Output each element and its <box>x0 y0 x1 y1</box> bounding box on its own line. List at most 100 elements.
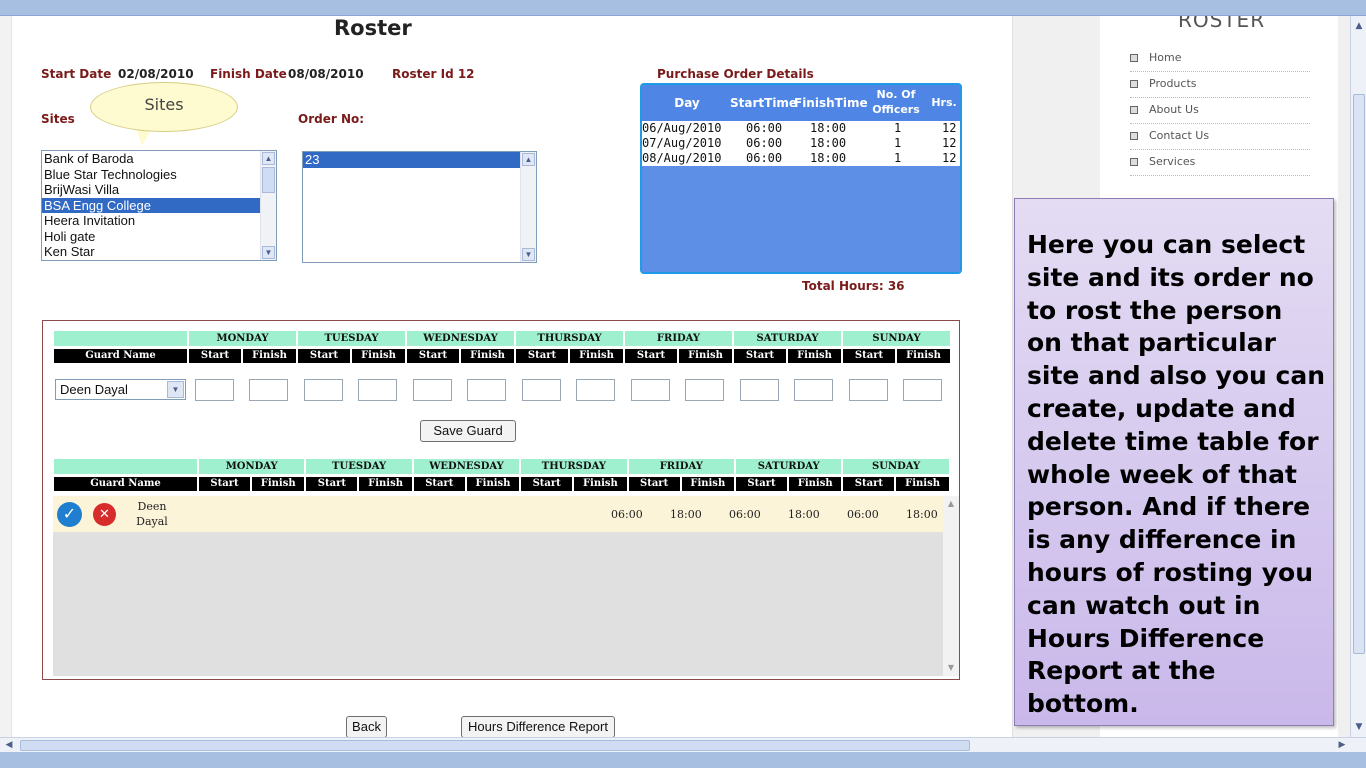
finish-time-input[interactable] <box>358 379 397 401</box>
po-cell-start: 06:00 <box>746 151 783 165</box>
order-listbox-scrollbar[interactable]: ▲ ▼ <box>520 152 536 262</box>
back-button[interactable]: Back <box>346 716 387 737</box>
window-bottom-border <box>0 752 1366 768</box>
po-header-start: StartTime <box>730 96 798 110</box>
results-scrollbar[interactable]: ▲ ▼ <box>943 496 959 676</box>
start-time-input[interactable] <box>195 379 234 401</box>
start-time-input[interactable] <box>631 379 670 401</box>
start-header: Start <box>298 349 350 363</box>
finish-header: Finish <box>352 349 405 363</box>
po-cell-officers: 1 <box>894 136 902 150</box>
total-hours: Total Hours: 36 <box>802 279 905 293</box>
finish-time-input[interactable] <box>685 379 724 401</box>
scroll-down-icon[interactable]: ▼ <box>522 248 535 261</box>
scroll-down-icon[interactable]: ▼ <box>945 662 957 674</box>
sites-listbox-scrollbar[interactable]: ▲ ▼ <box>260 151 276 260</box>
start-header: Start <box>843 477 895 491</box>
list-item[interactable]: Holi gate <box>42 229 260 245</box>
scroll-thumb[interactable] <box>1353 94 1365 654</box>
side-menu-item-about-us[interactable]: About Us <box>1130 98 1310 124</box>
start-time-input[interactable] <box>304 379 343 401</box>
finish-header: Finish <box>243 349 296 363</box>
scroll-right-icon[interactable]: ▶ <box>1336 739 1348 751</box>
day-header-saturday: SATURDAY <box>734 331 841 346</box>
day-header-thursday: THURSDAY <box>521 459 627 474</box>
finish-time-input[interactable] <box>576 379 615 401</box>
sites-listbox[interactable]: Bank of Baroda Blue Star Technologies Brij… <box>41 150 277 261</box>
guard-select[interactable]: Deen Dayal ▼ <box>55 379 186 400</box>
finish-time-input[interactable] <box>467 379 506 401</box>
table-row: 08/Aug/2010 06:00 18:00 1 12 <box>642 151 960 166</box>
finish-time-input[interactable] <box>249 379 288 401</box>
page-horizontal-scrollbar[interactable]: ◀ ▶ <box>0 737 1366 752</box>
scroll-down-icon[interactable]: ▼ <box>1353 721 1365 733</box>
start-header: Start <box>843 349 895 363</box>
scroll-thumb[interactable] <box>262 167 275 193</box>
scroll-up-icon[interactable]: ▲ <box>945 498 957 510</box>
start-header: Start <box>407 349 459 363</box>
finish-header: Finish <box>788 349 841 363</box>
list-item[interactable]: Bank of Baroda <box>42 151 260 167</box>
finish-time-input[interactable] <box>903 379 942 401</box>
po-cell-start: 06:00 <box>746 121 783 135</box>
scroll-down-icon[interactable]: ▼ <box>262 246 275 259</box>
start-time-input[interactable] <box>740 379 779 401</box>
day-header-sunday: SUNDAY <box>843 331 950 346</box>
hours-difference-report-button[interactable]: Hours Difference Report <box>461 716 615 737</box>
purchase-order-rows: 06/Aug/2010 06:00 18:00 1 12 07/Aug/2010 06:00… <box>642 121 960 166</box>
side-menu-item-contact-us[interactable]: Contact Us <box>1130 124 1310 150</box>
start-time-input[interactable] <box>849 379 888 401</box>
side-menu-item-products[interactable]: Products <box>1130 72 1310 98</box>
page-vertical-scrollbar[interactable]: ▲ ▼ <box>1350 16 1366 737</box>
start-time-input[interactable] <box>413 379 452 401</box>
day-header-blank <box>54 459 197 474</box>
list-item[interactable]: BrijWasi Villa <box>42 182 260 198</box>
list-item[interactable]: Heera Invitation <box>42 213 260 229</box>
table-row: ✓ ✕ Deen Dayal 06:00 18:00 06:00 18:00 06:00… <box>53 496 943 532</box>
start-header: Start <box>734 349 786 363</box>
page-title: Roster <box>334 16 412 40</box>
checkmark-icon[interactable]: ✓ <box>57 502 82 527</box>
start-date-value: 02/08/2010 <box>118 67 194 81</box>
page: ROSTER Home Products About Us Contact Us… <box>0 16 1366 737</box>
po-cell-hrs: 12 <box>942 136 957 150</box>
window-top-border <box>0 0 1366 16</box>
day-header-tuesday: TUESDAY <box>298 331 405 346</box>
list-item[interactable]: 23 <box>303 152 520 168</box>
start-header: Start <box>736 477 787 491</box>
side-menu-item-home[interactable]: Home <box>1130 46 1310 72</box>
result-time-cell: 06:00 <box>847 508 879 521</box>
scroll-up-icon[interactable]: ▲ <box>1353 20 1365 32</box>
purchase-order-header: Day StartTime FinishTime No. Of Officers… <box>642 85 960 121</box>
start-time-input[interactable] <box>522 379 561 401</box>
scroll-thumb[interactable] <box>20 740 970 751</box>
finish-time-input[interactable] <box>794 379 833 401</box>
sites-label: Sites <box>41 112 75 126</box>
day-header-friday: FRIDAY <box>625 331 732 346</box>
finish-header: Finish <box>461 349 514 363</box>
guard-name-line2: Dayal <box>136 515 168 528</box>
table-row: 07/Aug/2010 06:00 18:00 1 12 <box>642 136 960 151</box>
instruction-callout: Here you can select site and its order n… <box>1014 198 1334 726</box>
finish-date-label: Finish Date <box>210 67 287 81</box>
list-item[interactable]: Ken Star <box>42 244 260 260</box>
start-header: Start <box>521 477 573 491</box>
start-header: Start <box>628 477 680 491</box>
side-menu-item-label: About Us <box>1149 103 1199 116</box>
result-time-cell: 18:00 <box>788 508 820 521</box>
side-menu-item-services[interactable]: Services <box>1130 150 1310 176</box>
result-time-cell: 06:00 <box>611 508 643 521</box>
side-menu-title: ROSTER <box>1178 16 1266 32</box>
list-item[interactable]: BSA Engg College <box>42 197 260 213</box>
order-no-listbox[interactable]: 23 ▲ ▼ <box>302 151 537 263</box>
delete-icon[interactable]: ✕ <box>93 503 116 526</box>
scroll-up-icon[interactable]: ▲ <box>522 153 535 166</box>
scroll-left-icon[interactable]: ◀ <box>3 739 15 751</box>
finish-header: Finish <box>896 477 949 491</box>
chevron-down-icon[interactable]: ▼ <box>167 381 184 398</box>
list-item[interactable]: Blue Star Technologies <box>42 167 260 183</box>
left-gutter <box>0 16 12 737</box>
scroll-up-icon[interactable]: ▲ <box>262 152 275 165</box>
save-guard-button[interactable]: Save Guard <box>420 420 516 442</box>
side-menu-item-label: Products <box>1149 77 1197 90</box>
